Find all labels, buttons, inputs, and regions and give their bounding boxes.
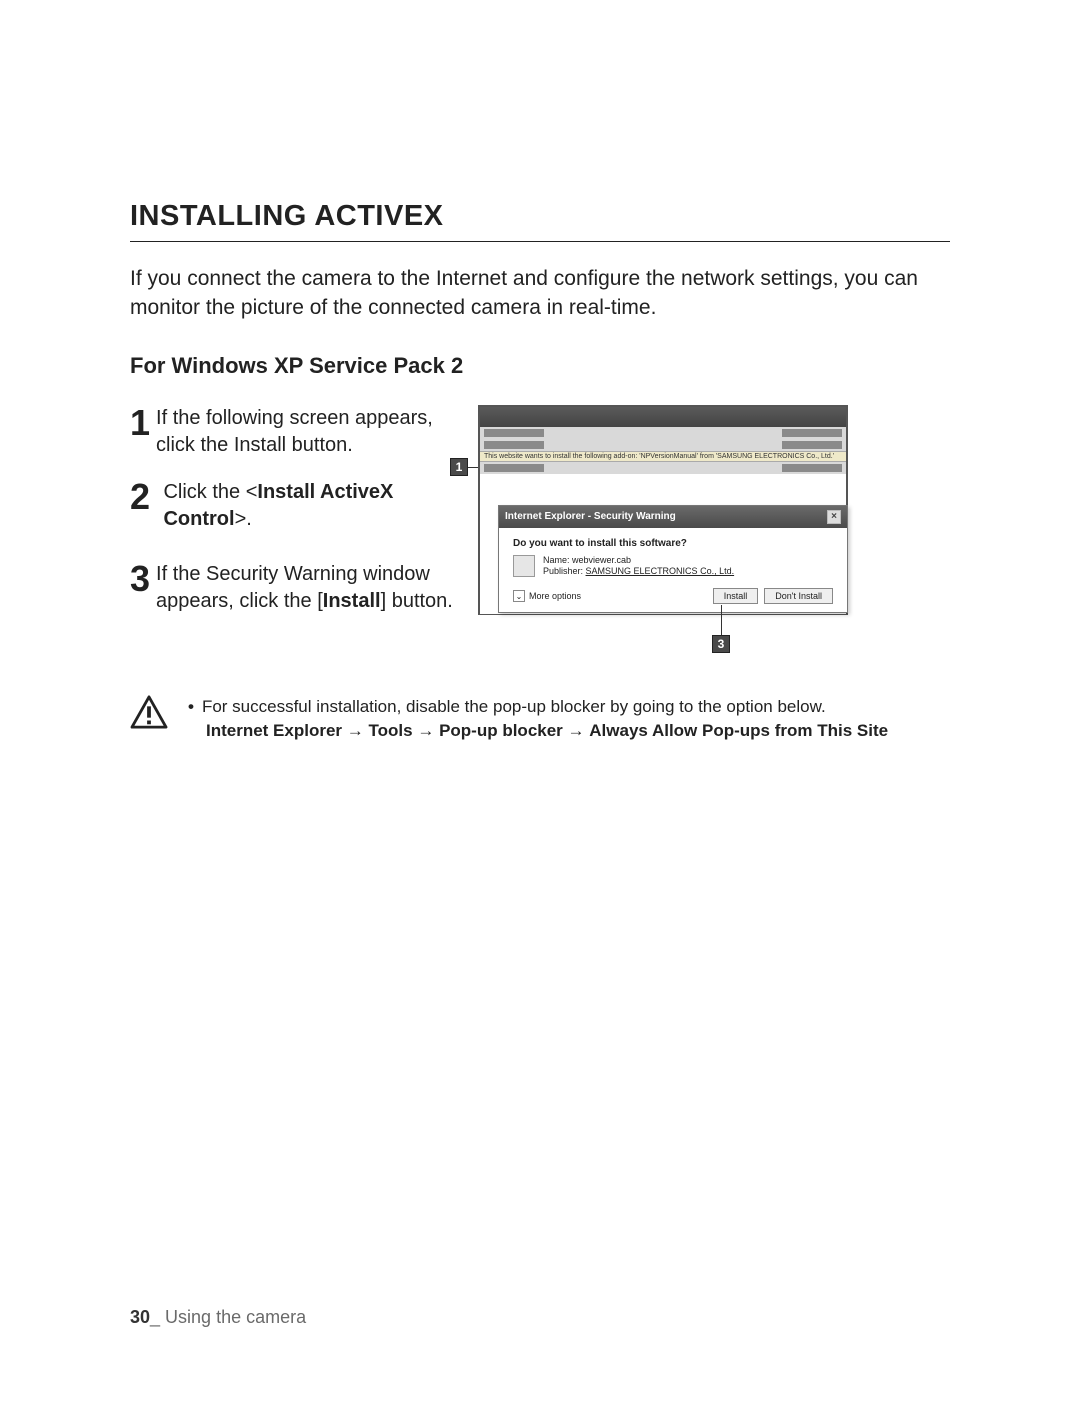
path-part: Always Allow Pop-ups from This Site [589,721,888,740]
page-footer: 30_ Using the camera [130,1307,306,1328]
step-1: 1 If the following screen appears, click… [130,405,460,459]
note-bullet: • For successful installation, disable t… [188,695,888,720]
menu-path: Internet Explorer → Tools → Pop-up block… [188,719,888,744]
page-title: INSTALLING ACTIVEX [130,200,950,233]
browser-tabbar [480,462,846,474]
path-part: Pop-up blocker [439,721,563,740]
dialog-buttons: Install Don't Install [713,588,833,604]
dialog-titlebar: Internet Explorer - Security Warning × [499,506,847,528]
browser-titlebar [480,407,846,427]
close-icon[interactable]: × [827,510,841,524]
note-row: • For successful installation, disable t… [130,695,950,744]
callout-marker-1: 1 [450,458,468,476]
dialog-info: Name: webviewer.cab Publisher: SAMSUNG E… [513,555,833,578]
publisher-link[interactable]: SAMSUNG ELECTRONICS Co., Ltd. [586,566,735,576]
step-text-post: ] button. [381,590,453,612]
step-3: 3 If the Security Warning window appears… [130,561,460,615]
footer-separator: _ [150,1307,165,1327]
dialog-question: Do you want to install this software? [513,538,833,549]
steps-list: 1 If the following screen appears, click… [130,405,460,635]
more-options-label: More options [529,591,581,601]
note-text: For successful installation, disable the… [202,695,826,720]
step-number: 2 [130,479,157,515]
name-value: webviewer.cab [572,555,631,565]
dialog-actions-row: ⌄ More options Install Don't Install [513,588,833,604]
step-number: 3 [130,561,150,597]
page-number: 30 [130,1307,150,1327]
content-row: 1 If the following screen appears, click… [130,405,950,635]
callout-marker-3: 3 [712,635,730,653]
chevron-down-icon: ⌄ [513,590,525,602]
dialog-text: Name: webviewer.cab Publisher: SAMSUNG E… [543,555,734,578]
step-text: If the following screen appears, click t… [156,405,460,459]
step-text-pre: Click the < [163,481,257,503]
bullet-dot: • [188,695,194,720]
activex-infobar[interactable]: This website wants to install the follow… [480,451,846,462]
browser-toolbar [480,427,846,439]
dialog-title-text: Internet Explorer - Security Warning [505,511,676,522]
arrow-icon: → [417,721,434,740]
callout-line [721,605,722,635]
software-icon [513,555,535,577]
security-warning-dialog: Internet Explorer - Security Warning × D… [498,505,848,613]
title-rule [130,241,950,242]
footer-section: Using the camera [165,1307,306,1327]
step-text-post: >. [235,508,252,530]
warning-icon [130,695,168,729]
name-label: Name: [543,555,570,565]
browser-addressbar [480,439,846,451]
subheading: For Windows XP Service Pack 2 [130,353,950,379]
dialog-body: Do you want to install this software? Na… [499,528,847,612]
arrow-icon: → [568,721,585,740]
path-part: Tools [369,721,413,740]
step-text: Click the <Install ActiveX Control>. [163,479,460,533]
path-part: Internet Explorer [206,721,342,740]
intro-paragraph: If you connect the camera to the Interne… [130,264,950,323]
step-number: 1 [130,405,150,441]
install-button[interactable]: Install [713,588,759,604]
dont-install-button[interactable]: Don't Install [764,588,833,604]
step-text-bold: Install [323,590,381,612]
step-text: If the Security Warning window appears, … [156,561,460,615]
publisher-label: Publisher: [543,566,583,576]
step-2: 2 Click the <Install ActiveX Control>. [130,479,460,533]
arrow-icon: → [347,721,364,740]
screenshot-area: 1 This website wants to install the foll… [478,405,878,615]
note-body: • For successful installation, disable t… [188,695,888,744]
more-options-toggle[interactable]: ⌄ More options [513,590,581,602]
